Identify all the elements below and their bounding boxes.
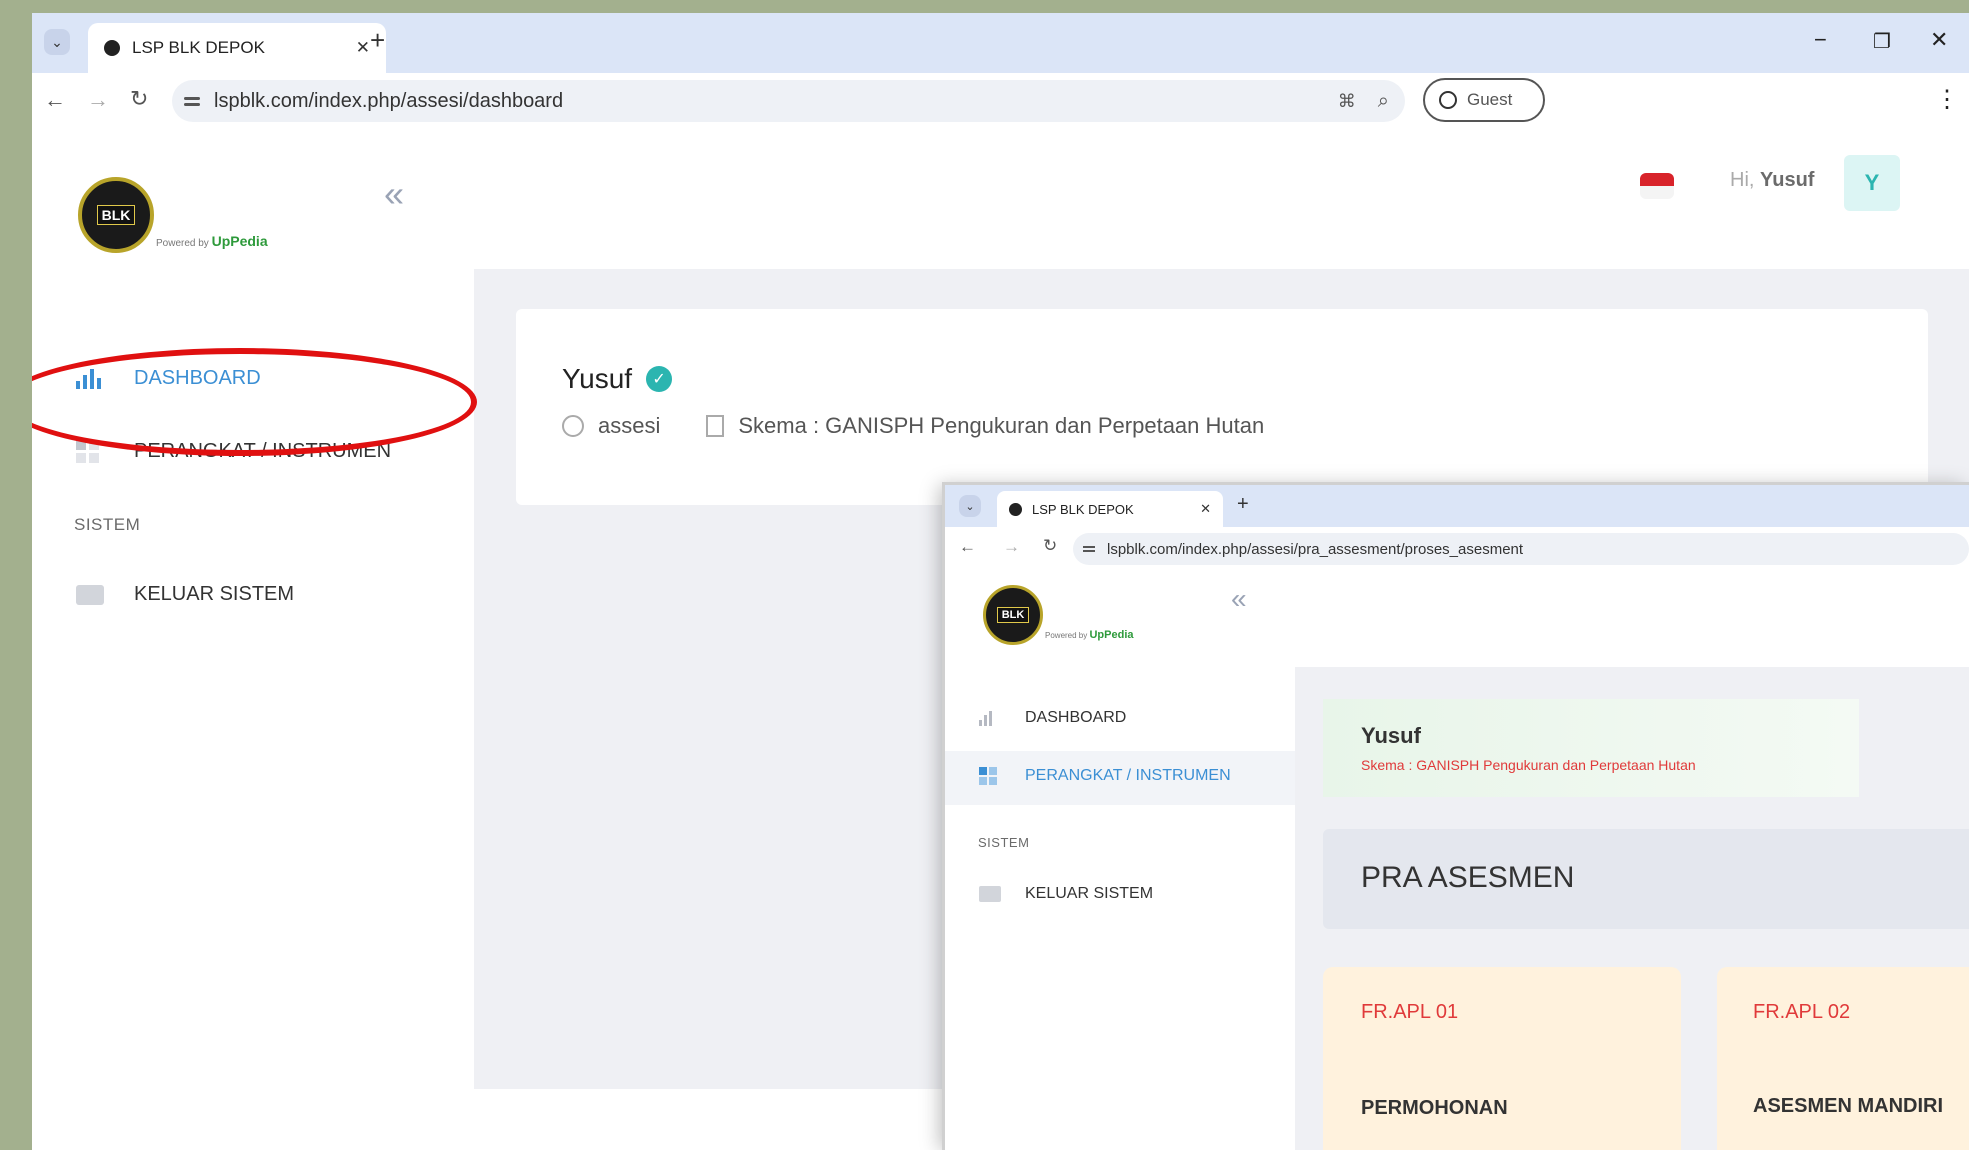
tab-close-icon[interactable]: ✕ <box>1200 501 1211 517</box>
tab-strip: ⌄ LSP BLK DEPOK ✕ + <box>945 485 1969 527</box>
card-title: ASESMEN MANDIRI <box>1753 1095 1944 1117</box>
new-tab-button[interactable]: + <box>370 25 385 56</box>
address-bar-row: ← → ↻ lspblk.com/index.php/assesi/pra_as… <box>945 527 1969 572</box>
sidebar-section-title: SISTEM <box>978 835 1030 850</box>
sidebar-item-logout[interactable]: KELUAR SISTEM <box>979 885 1153 903</box>
close-window-button[interactable]: ✕ <box>1930 27 1948 53</box>
browser-menu-icon[interactable]: ⋮ <box>1935 85 1959 114</box>
card-code: FR.APL 01 <box>1361 1001 1459 1023</box>
minimize-button[interactable]: − <box>1814 27 1827 53</box>
grid-icon <box>979 767 1003 785</box>
favicon-icon <box>1009 502 1022 516</box>
top-header <box>1295 571 1969 667</box>
reload-icon[interactable]: ↻ <box>130 86 148 112</box>
logo: BLK <box>983 585 1043 645</box>
collapse-sidebar-icon[interactable]: « <box>384 173 404 215</box>
profile-label: Guest <box>1467 90 1513 109</box>
tab-strip: ⌄ LSP BLK DEPOK ✕ + − ❐ ✕ <box>32 13 1969 73</box>
profile-meta-row: assesi Skema : GANISPH Pengukuran dan Pe… <box>562 413 1264 439</box>
omnibox[interactable]: lspblk.com/index.php/assesi/dashboard ⌘ … <box>172 80 1405 122</box>
envelope-icon <box>76 584 104 605</box>
tab-close-icon[interactable]: ✕ <box>356 38 370 58</box>
profile-card: Yusuf ✓ assesi Skema : GANISPH Pengukura… <box>516 309 1928 505</box>
logo: BLK <box>78 177 154 253</box>
reload-icon[interactable]: ↻ <box>1043 536 1057 556</box>
sidebar: BLK Powered by UpPedia « DASHBOARD PERAN… <box>945 571 1295 1150</box>
powered-by-text: Powered by UpPedia <box>156 233 268 249</box>
document-icon <box>706 415 725 437</box>
language-flag-icon[interactable] <box>1640 173 1674 199</box>
tab-title: LSP BLK DEPOK <box>1032 501 1134 517</box>
tab-search-chevron-icon[interactable]: ⌄ <box>44 29 70 55</box>
card-code: FR.APL 02 <box>1753 1001 1851 1023</box>
blk-badge-logo: BLK <box>983 585 1043 645</box>
sidebar-section-title: SISTEM <box>74 515 141 534</box>
blk-badge-logo: BLK <box>78 177 154 253</box>
powered-by-text: Powered by UpPedia <box>1045 629 1134 641</box>
overlay-browser-window: ⌄ LSP BLK DEPOK ✕ + ← → ↻ lspblk.com/ind… <box>945 485 1969 1150</box>
sidebar: BLK Powered by UpPedia « DASHBOARD PERAN… <box>32 129 474 1150</box>
profile-name: Yusuf <box>562 363 633 394</box>
favicon-icon <box>104 40 120 56</box>
sidebar-item-label: DASHBOARD <box>1025 709 1127 726</box>
profile-name-row: Yusuf ✓ <box>562 363 673 395</box>
sidebar-item-label: KELUAR SISTEM <box>1025 885 1154 902</box>
sidebar-item-label: KELUAR SISTEM <box>134 583 295 605</box>
restore-button[interactable]: ❐ <box>1873 29 1891 54</box>
sidebar-item-perangkat[interactable]: PERANGKAT / INSTRUMEN <box>979 767 1231 785</box>
verified-check-icon: ✓ <box>646 366 673 392</box>
section-header: PRA ASESMEN <box>1323 829 1969 929</box>
envelope-icon <box>979 886 1001 902</box>
site-settings-icon[interactable] <box>1083 546 1095 552</box>
url-text[interactable]: lspblk.com/index.php/assesi/pra_assesmen… <box>1107 541 1523 558</box>
browser-tab[interactable]: LSP BLK DEPOK ✕ <box>88 23 386 73</box>
sidebar-item-dashboard[interactable]: DASHBOARD <box>979 709 1126 727</box>
bar-chart-icon <box>979 710 1003 726</box>
top-header: Hi, Yusuf Y <box>474 129 1969 269</box>
forward-arrow-icon[interactable]: → <box>1003 537 1020 557</box>
user-banner: Yusuf Skema : GANISPH Pengukuran dan Per… <box>1323 699 1859 797</box>
back-arrow-icon[interactable]: ← <box>959 537 976 557</box>
form-card[interactable]: FR.APL 01 PERMOHONAN <box>1323 967 1681 1150</box>
avatar[interactable]: Y <box>1844 155 1900 211</box>
user-greeting: Hi, Yusuf <box>1730 169 1815 191</box>
back-arrow-icon[interactable]: ← <box>44 87 66 113</box>
form-card[interactable]: FR.APL 02 ASESMEN MANDIRI <box>1717 967 1969 1150</box>
banner-name: Yusuf <box>1361 723 1421 748</box>
collapse-sidebar-icon[interactable]: « <box>1231 583 1247 615</box>
tab-search-chevron-icon[interactable]: ⌄ <box>959 495 981 517</box>
url-text[interactable]: lspblk.com/index.php/assesi/dashboard <box>214 90 563 113</box>
sidebar-item-label: PERANGKAT / INSTRUMEN <box>1025 767 1231 784</box>
main-content: Yusuf Skema : GANISPH Pengukuran dan Per… <box>1295 667 1969 1150</box>
forward-arrow-icon[interactable]: → <box>87 87 109 113</box>
sidebar-item-logout[interactable]: KELUAR SISTEM <box>76 583 294 606</box>
clock-icon <box>562 415 584 437</box>
profile-scheme: Skema : GANISPH Pengukuran dan Perpetaan… <box>738 413 1265 438</box>
browser-tab[interactable]: LSP BLK DEPOK ✕ <box>997 491 1223 527</box>
site-settings-icon[interactable] <box>184 96 200 106</box>
profile-button[interactable]: Guest <box>1423 78 1545 122</box>
card-title: PERMOHONAN <box>1361 1097 1508 1119</box>
zoom-icon[interactable]: ⌕ <box>1378 90 1389 113</box>
translate-icon[interactable]: ⌘ <box>1338 91 1356 112</box>
profile-role: assesi <box>598 413 661 438</box>
banner-scheme: Skema : GANISPH Pengukuran dan Perpetaan… <box>1361 757 1696 773</box>
tab-title: LSP BLK DEPOK <box>132 38 265 57</box>
profile-icon <box>1439 91 1457 109</box>
new-tab-button[interactable]: + <box>1237 493 1249 516</box>
address-bar-row: ← → ↻ lspblk.com/index.php/assesi/dashbo… <box>32 73 1969 130</box>
section-title: PRA ASESMEN <box>1361 861 1575 894</box>
omnibox[interactable]: lspblk.com/index.php/assesi/pra_assesmen… <box>1073 533 1969 565</box>
